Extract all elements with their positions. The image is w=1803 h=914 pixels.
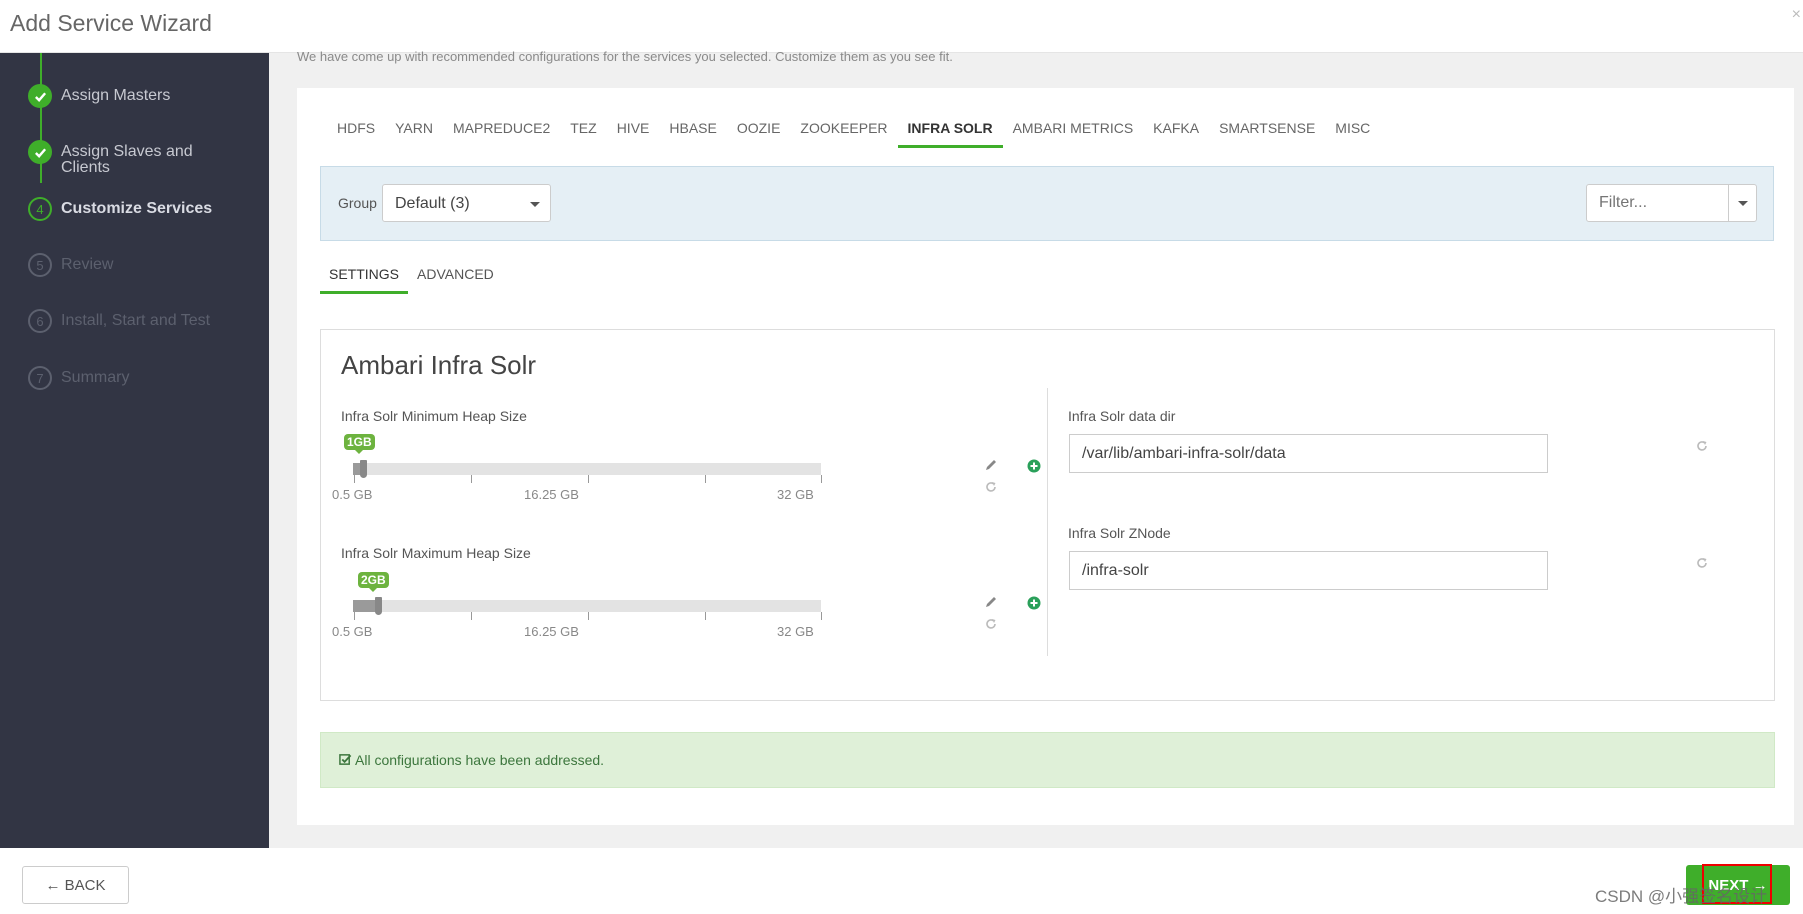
pencil-icon[interactable] bbox=[984, 595, 998, 609]
tick bbox=[588, 475, 589, 483]
tab-misc[interactable]: MISC bbox=[1325, 112, 1380, 148]
group-select[interactable]: Default (3) bbox=[382, 184, 551, 222]
step-customize-services: 4 Customize Services bbox=[28, 197, 241, 221]
tab-advanced[interactable]: ADVANCED bbox=[408, 258, 503, 294]
step-summary: 7 Summary bbox=[28, 366, 241, 390]
refresh-icon[interactable] bbox=[984, 480, 998, 494]
step-label: Assign Slaves and Clients bbox=[61, 143, 193, 176]
tick-label-max: 32 GB bbox=[777, 624, 814, 639]
pencil-icon[interactable] bbox=[984, 458, 998, 472]
tick bbox=[588, 612, 589, 620]
tick-label-min: 0.5 GB bbox=[332, 624, 373, 639]
main-content: We have come up with recommended configu… bbox=[269, 49, 1803, 848]
step-assign-masters: Assign Masters bbox=[28, 84, 241, 108]
infra-solr-section: Ambari Infra Solr Infra Solr Minimum Hea… bbox=[320, 329, 1775, 701]
slider-value-badge: 1GB bbox=[344, 434, 375, 454]
step-number: 6 bbox=[28, 309, 52, 333]
znode-label: Infra Solr ZNode bbox=[1068, 525, 1171, 541]
step-number: 4 bbox=[28, 197, 52, 221]
step-review: 5 Review bbox=[28, 253, 241, 277]
close-icon[interactable]: × bbox=[1792, 6, 1801, 24]
tick bbox=[705, 612, 706, 620]
back-button[interactable]: ← BACK bbox=[22, 866, 129, 904]
step-label: Review bbox=[61, 256, 114, 273]
znode-input[interactable]: /infra-solr bbox=[1069, 551, 1548, 590]
tick bbox=[471, 475, 472, 483]
success-alert: All configurations have been addressed. bbox=[320, 732, 1775, 788]
step-number: 5 bbox=[28, 253, 52, 277]
tick bbox=[821, 612, 822, 620]
wizard-header: Add Service Wizard × bbox=[0, 0, 1803, 53]
tab-settings[interactable]: SETTINGS bbox=[320, 258, 409, 294]
wizard-title: Add Service Wizard bbox=[10, 10, 212, 36]
tab-mapreduce2[interactable]: MAPREDUCE2 bbox=[443, 112, 560, 148]
intro-text: We have come up with recommended configu… bbox=[297, 49, 953, 64]
tick-label-min: 0.5 GB bbox=[332, 487, 373, 502]
add-override-icon[interactable] bbox=[1027, 596, 1041, 610]
max-heap-slider[interactable] bbox=[353, 600, 821, 612]
check-icon bbox=[28, 84, 52, 108]
tab-yarn[interactable]: YARN bbox=[385, 112, 443, 148]
tab-kafka[interactable]: KAFKA bbox=[1143, 112, 1209, 148]
group-select-value: Default (3) bbox=[395, 195, 470, 212]
tab-smartsense[interactable]: SMARTSENSE bbox=[1209, 112, 1325, 148]
tick bbox=[705, 475, 706, 483]
step-assign-slaves: Assign Slaves and Clients bbox=[28, 140, 241, 176]
step-label: Assign Masters bbox=[61, 87, 171, 104]
section-title: Ambari Infra Solr bbox=[341, 350, 537, 380]
wizard-steps-sidebar: Assign Masters Assign Slaves and Clients… bbox=[0, 53, 269, 848]
column-divider bbox=[1047, 388, 1048, 656]
config-panel: HDFS YARN MAPREDUCE2 TEZ HIVE HBASE OOZI… bbox=[297, 88, 1794, 825]
tab-hdfs[interactable]: HDFS bbox=[327, 112, 385, 148]
tab-tez[interactable]: TEZ bbox=[560, 112, 606, 148]
chevron-down-icon bbox=[1738, 201, 1748, 206]
tick-label-mid: 16.25 GB bbox=[524, 487, 579, 502]
tab-zookeeper[interactable]: ZOOKEEPER bbox=[790, 112, 897, 148]
slider-value-badge: 2GB bbox=[358, 572, 389, 592]
refresh-icon[interactable] bbox=[1695, 439, 1709, 453]
data-dir-label: Infra Solr data dir bbox=[1068, 408, 1176, 424]
watermark: CSDN @小强签名设计 bbox=[1595, 887, 1768, 906]
slider-handle[interactable] bbox=[360, 460, 367, 478]
step-install: 6 Install, Start and Test bbox=[28, 309, 241, 333]
tab-hbase[interactable]: HBASE bbox=[659, 112, 726, 148]
slider-handle[interactable] bbox=[375, 597, 382, 615]
tab-hive[interactable]: HIVE bbox=[607, 112, 660, 148]
tick-label-mid: 16.25 GB bbox=[524, 624, 579, 639]
tick bbox=[471, 612, 472, 620]
add-override-icon[interactable] bbox=[1027, 459, 1041, 473]
tick bbox=[354, 475, 355, 483]
step-label: Install, Start and Test bbox=[61, 312, 211, 329]
filter-input[interactable] bbox=[1586, 184, 1729, 222]
service-tabs: HDFS YARN MAPREDUCE2 TEZ HIVE HBASE OOZI… bbox=[327, 112, 1380, 148]
wizard-footer: ← BACK NEXT → CSDN @小强签名设计 bbox=[0, 848, 1803, 914]
check-icon bbox=[28, 140, 52, 164]
refresh-icon[interactable] bbox=[1695, 556, 1709, 570]
step-number: 7 bbox=[28, 366, 52, 390]
filter-dropdown-button[interactable] bbox=[1728, 184, 1757, 222]
group-filter-bar: Group Default (3) bbox=[320, 166, 1774, 241]
group-label: Group bbox=[338, 195, 377, 211]
tab-ambari-metrics[interactable]: AMBARI METRICS bbox=[1003, 112, 1144, 148]
tab-infra-solr[interactable]: INFRA SOLR bbox=[897, 112, 1003, 148]
tick bbox=[821, 475, 822, 483]
config-subtabs: SETTINGS ADVANCED bbox=[320, 258, 503, 294]
tab-oozie[interactable]: OOZIE bbox=[727, 112, 791, 148]
max-heap-label: Infra Solr Maximum Heap Size bbox=[341, 545, 531, 561]
step-label: Customize Services bbox=[61, 200, 213, 217]
step-label: Summary bbox=[61, 369, 130, 386]
tick-label-max: 32 GB bbox=[777, 487, 814, 502]
data-dir-input[interactable]: /var/lib/ambari-infra-solr/data bbox=[1069, 434, 1548, 473]
alert-text: All configurations have been addressed. bbox=[355, 752, 605, 768]
refresh-icon[interactable] bbox=[984, 617, 998, 631]
min-heap-slider[interactable] bbox=[353, 463, 821, 475]
chevron-down-icon bbox=[530, 202, 540, 207]
tick bbox=[354, 612, 355, 620]
min-heap-label: Infra Solr Minimum Heap Size bbox=[341, 408, 527, 424]
check-square-icon bbox=[339, 754, 352, 765]
